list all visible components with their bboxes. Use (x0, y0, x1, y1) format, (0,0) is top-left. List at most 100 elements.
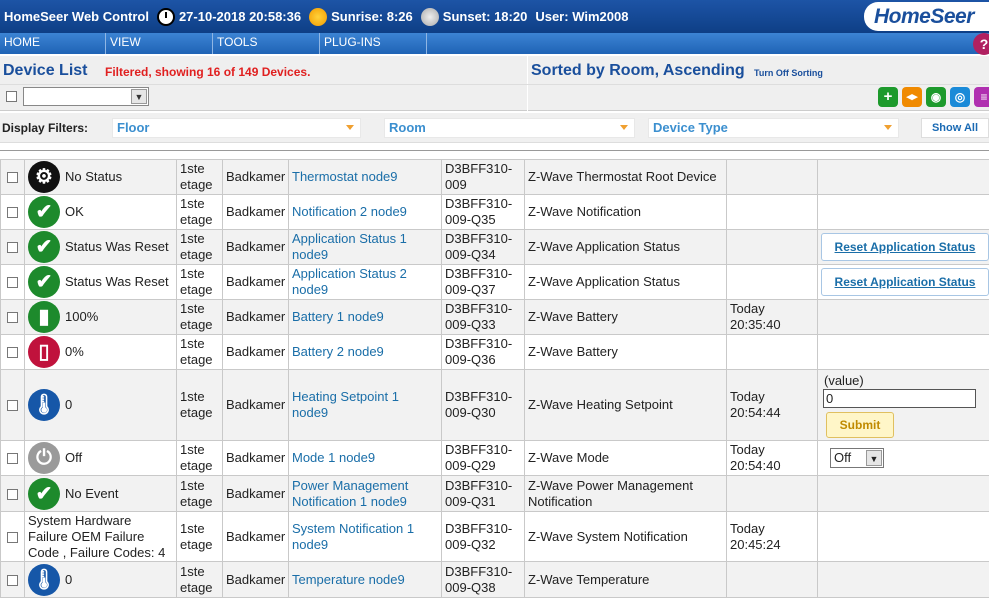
add-device-icon[interactable]: + (878, 87, 898, 107)
show-all-button[interactable]: Show All (921, 118, 989, 138)
status-cell: ⚙ No Status (24, 159, 177, 195)
device-name-link[interactable]: Power Management Notification 1 node9 (292, 478, 408, 509)
room-filter[interactable]: Room (384, 118, 635, 138)
row-select-cell (0, 561, 25, 598)
sunset-time: 18:20 (494, 9, 528, 24)
room-cell: Badkamer (222, 194, 289, 230)
device-name-cell: Heating Setpoint 1 node9 (288, 369, 442, 441)
floor-cell: 1ste etage (176, 299, 223, 335)
sort-status: Sorted by Room, Ascending (531, 62, 745, 79)
device-name-link[interactable]: Heating Setpoint 1 node9 (292, 389, 399, 420)
menu-plugins[interactable]: PLUG-INS (320, 33, 427, 54)
submit-button[interactable]: Submit (826, 411, 894, 438)
room-cell: Badkamer (222, 475, 289, 512)
last-change-cell: Today 20:54:44 (726, 369, 818, 441)
device-name-link[interactable]: Application Status 2 node9 (292, 266, 407, 297)
status-text: Status Was Reset (65, 274, 169, 289)
status-text: System Hardware Failure OEM Failure Code… (28, 512, 166, 560)
app-title: HomeSeer Web Control (4, 9, 149, 24)
status-cell: 🌡 0 (24, 369, 177, 441)
row-checkbox[interactable] (7, 242, 18, 254)
status-text: OK (65, 204, 84, 219)
control-cell (817, 299, 989, 335)
reset-application-status-button[interactable]: Reset Application Status (821, 268, 989, 296)
sunrise-label: Sunrise: (331, 9, 384, 24)
status-cell: ✔ No Event (24, 475, 177, 512)
menu-view[interactable]: VIEW (106, 33, 213, 54)
status-text: Status Was Reset (65, 239, 169, 254)
control-cell: Reset Application Status (817, 229, 989, 265)
device-name-cell: Battery 1 node9 (288, 299, 442, 335)
caret-down-icon (346, 125, 354, 130)
device-name-cell: Mode 1 node9 (288, 440, 442, 476)
row-checkbox[interactable] (7, 277, 18, 289)
row-checkbox[interactable] (7, 207, 18, 219)
display-filters-label: Display Filters: (2, 121, 89, 135)
device-name-link[interactable]: Temperature node9 (292, 572, 405, 587)
row-checkbox[interactable] (7, 312, 18, 324)
control-cell (817, 561, 989, 598)
sunrise-time: 8:26 (386, 9, 413, 24)
select-all-checkbox[interactable] (6, 91, 17, 102)
menu-tools[interactable]: TOOLS (213, 33, 320, 54)
row-checkbox[interactable] (7, 453, 18, 465)
homeseer-logo[interactable]: HomeSeer (864, 2, 989, 31)
mode-select[interactable]: Off ▼ (830, 448, 884, 468)
device-name-link[interactable]: Thermostat node9 (292, 169, 398, 184)
address-cell: D3BFF310-009 (441, 159, 525, 195)
bulk-action-select[interactable]: ▼ (23, 87, 149, 106)
device-type-cell: Z-Wave Application Status (524, 264, 727, 300)
row-checkbox[interactable] (7, 488, 18, 500)
device-name-link[interactable]: System Notification 1 node9 (292, 521, 414, 552)
row-select-cell (0, 264, 25, 300)
power-icon: ⏻ (28, 442, 60, 474)
menu-home[interactable]: HOME (0, 33, 106, 54)
status-text: 0 (65, 397, 73, 412)
help-icon[interactable]: ? (973, 33, 989, 55)
value-input[interactable]: 0 (823, 388, 976, 408)
display-filters: Display Filters: Floor Room Device Type … (0, 113, 989, 143)
filter-status: Filtered, showing 16 of 149 Devices. (105, 65, 311, 79)
control-cell (817, 194, 989, 230)
room-cell: Badkamer (222, 159, 289, 195)
row-checkbox[interactable] (7, 347, 18, 359)
floor-filter[interactable]: Floor (112, 118, 361, 138)
row-select-cell (0, 194, 25, 230)
turn-off-sorting-link[interactable]: Turn Off Sorting (754, 68, 823, 78)
reset-application-status-button[interactable]: Reset Application Status (821, 233, 989, 261)
row-checkbox[interactable] (7, 531, 18, 543)
device-name-cell: Application Status 2 node9 (288, 264, 442, 300)
row-checkbox[interactable] (7, 172, 18, 184)
last-change-cell: Today 20:35:40 (726, 299, 818, 335)
address-cell: D3BFF310-009-Q32 (441, 511, 525, 562)
user-name: Wim2008 (572, 9, 629, 24)
table-row: ▯ 0% 1ste etage Badkamer Battery 2 node9 D3BF… (0, 334, 989, 370)
device-name-link[interactable]: Battery 1 node9 (292, 309, 384, 324)
device-name-link[interactable]: Notification 2 node9 (292, 204, 407, 219)
row-checkbox[interactable] (7, 400, 18, 412)
status-cell: ⏻ Off (24, 440, 177, 476)
view-icon[interactable]: ◉ (926, 87, 946, 107)
move-icon[interactable]: ◂▸ (902, 87, 922, 107)
floor-cell: 1ste etage (176, 194, 223, 230)
caret-down-icon (620, 125, 628, 130)
device-type-cell: Z-Wave Thermostat Root Device (524, 159, 727, 195)
list-icon[interactable]: ≡ (974, 87, 989, 107)
signal-icon[interactable]: ◎ (950, 87, 970, 107)
top-bar: HomeSeer Web Control 27-10-2018 20:58:36… (0, 0, 989, 33)
device-type-filter[interactable]: Device Type (648, 118, 899, 138)
control-cell (817, 511, 989, 562)
clock-icon (156, 7, 175, 26)
user-label: User: (535, 9, 569, 24)
floor-cell: 1ste etage (176, 334, 223, 370)
row-checkbox[interactable] (7, 574, 18, 586)
sun-icon (309, 7, 328, 26)
status-text: 0 (65, 571, 73, 587)
table-row: System Hardware Failure OEM Failure Code… (0, 511, 989, 562)
check-icon: ✔ (28, 477, 60, 510)
device-name-link[interactable]: Application Status 1 node9 (292, 231, 407, 262)
device-name-link[interactable]: Battery 2 node9 (292, 344, 384, 359)
device-name-link[interactable]: Mode 1 node9 (292, 450, 375, 465)
device-name-cell: Notification 2 node9 (288, 194, 442, 230)
device-type-cell: Z-Wave Mode (524, 440, 727, 476)
